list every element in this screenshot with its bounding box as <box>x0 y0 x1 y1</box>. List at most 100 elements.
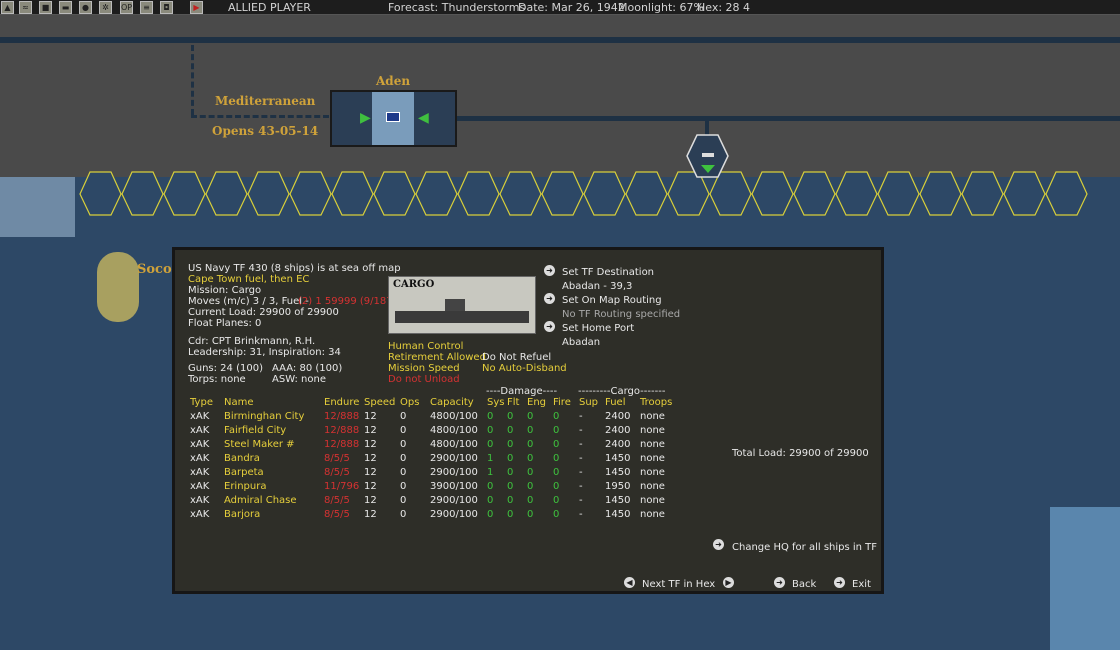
ship-name[interactable]: Fairfield City <box>224 425 286 436</box>
hex-cell[interactable] <box>961 171 1004 216</box>
col-fire-cell: 0 <box>553 495 560 506</box>
hex-cell[interactable] <box>835 171 878 216</box>
hex-cell[interactable] <box>79 171 122 216</box>
col-flt-header[interactable]: Flt <box>507 397 519 408</box>
hex-cell[interactable] <box>457 171 500 216</box>
arrow-right-icon[interactable]: ▶ <box>360 110 371 126</box>
unit-icon[interactable]: ▲ <box>1 1 14 14</box>
next-tf-button[interactable]: Next TF in Hex <box>642 579 715 590</box>
col-troops-cell: none <box>640 453 665 464</box>
globe-icon[interactable]: ● <box>79 1 92 14</box>
mission-speed-toggle[interactable]: Mission Speed <box>388 363 460 374</box>
col-eng-header[interactable]: Eng <box>527 397 546 408</box>
refuel-toggle[interactable]: Do Not Refuel <box>482 352 551 363</box>
arrow-right-icon[interactable]: ➜ <box>544 293 555 304</box>
col-sys-header[interactable]: Sys <box>487 397 504 408</box>
col-capacity-cell: 4800/100 <box>430 411 478 422</box>
set-home-port-button[interactable]: Set Home Port <box>562 323 634 334</box>
base-icon[interactable]: ■ <box>39 1 52 14</box>
col-sup-header[interactable]: Sup <box>579 397 598 408</box>
col-fuel-cell: 1950 <box>605 481 631 492</box>
report-icon[interactable]: ≡ <box>140 1 153 14</box>
hq-icon[interactable]: ▬ <box>59 1 72 14</box>
retirement-toggle[interactable]: Retirement Allowed <box>388 352 486 363</box>
tf-hex-marker[interactable] <box>685 133 731 179</box>
change-hq-button[interactable]: Change HQ for all ships in TF <box>732 542 877 553</box>
arrow-right-icon[interactable]: ▶ <box>723 577 734 588</box>
exit-button[interactable]: Exit <box>852 579 871 590</box>
ship-name[interactable]: Admiral Chase <box>224 495 297 506</box>
col-fire-cell: 0 <box>553 439 560 450</box>
hex-cell[interactable] <box>919 171 962 216</box>
arrow-right-icon[interactable]: ➜ <box>544 321 555 332</box>
col-type-cell: xAK <box>190 467 210 478</box>
offmap-route-dash <box>191 115 329 118</box>
hex-cell[interactable] <box>289 171 332 216</box>
ship-icon[interactable]: ≈ <box>19 1 32 14</box>
arrow-right-icon[interactable]: ➜ <box>544 265 555 276</box>
hex-cell[interactable] <box>877 171 920 216</box>
back-button[interactable]: Back <box>792 579 816 590</box>
col-name-header[interactable]: Name <box>224 397 254 408</box>
col-speed-header[interactable]: Speed <box>364 397 395 408</box>
play-icon[interactable]: ▶ <box>190 1 203 14</box>
col-type-header[interactable]: Type <box>190 397 213 408</box>
hex-cell[interactable] <box>751 171 794 216</box>
set-routing-button[interactable]: Set On Map Routing <box>562 295 662 306</box>
offmap-area: Aden Mediterranean Opens 43-05-14 <box>0 15 1120 177</box>
arrow-right-icon[interactable]: ➜ <box>774 577 785 588</box>
hex-cell[interactable] <box>121 171 164 216</box>
unload-toggle[interactable]: Do not Unload <box>388 374 460 385</box>
ship-name[interactable]: Steel Maker # <box>224 439 295 450</box>
player-label: ALLIED PLAYER <box>228 1 311 14</box>
hex-cell[interactable] <box>625 171 668 216</box>
opens-label: Opens 43-05-14 <box>212 124 319 138</box>
tf-leadership: Leadership: 31, Inspiration: 34 <box>188 347 341 358</box>
col-endure-header[interactable]: Endure <box>324 397 359 408</box>
ship-name[interactable]: Barpeta <box>224 467 264 478</box>
hex-row <box>79 171 1088 216</box>
hex-cell[interactable] <box>163 171 206 216</box>
hex-cell[interactable] <box>331 171 374 216</box>
col-sup-cell: - <box>579 439 583 450</box>
ship-name[interactable]: Barjora <box>224 509 260 520</box>
col-speed-cell: 12 <box>364 453 377 464</box>
intel-icon[interactable]: ◘ <box>160 1 173 14</box>
col-flt-cell: 0 <box>507 509 514 520</box>
col-fuel-header[interactable]: Fuel <box>605 397 625 408</box>
human-control-toggle[interactable]: Human Control <box>388 341 463 352</box>
hex-cell[interactable] <box>1003 171 1046 216</box>
arrow-right-icon[interactable]: ➜ <box>713 539 724 550</box>
col-ops-header[interactable]: Ops <box>400 397 419 408</box>
col-endure-cell: 12/888 <box>324 411 360 422</box>
arrow-left-icon[interactable]: ◀ <box>418 110 429 126</box>
ship-name[interactable]: Birminghan City <box>224 411 304 422</box>
tf-current-load: Current Load: 29900 of 29900 <box>188 307 339 318</box>
hex-cell[interactable] <box>499 171 542 216</box>
op-icon[interactable]: OP <box>120 1 133 14</box>
damage-header: ----Damage---- <box>486 386 558 397</box>
col-capacity-header[interactable]: Capacity <box>430 397 474 408</box>
hex-cell[interactable] <box>541 171 584 216</box>
col-troops-cell: none <box>640 481 665 492</box>
hex-cell[interactable] <box>583 171 626 216</box>
ship-name[interactable]: Bandra <box>224 453 260 464</box>
col-flt-cell: 0 <box>507 481 514 492</box>
arrow-right-icon[interactable]: ➜ <box>834 577 845 588</box>
aden-base-hex[interactable] <box>372 92 414 145</box>
auto-disband-toggle[interactable]: No Auto-Disband <box>482 363 567 374</box>
hex-cell[interactable] <box>247 171 290 216</box>
arrow-left-icon[interactable]: ◀ <box>624 577 635 588</box>
set-destination-button[interactable]: Set TF Destination <box>562 267 654 278</box>
hex-cell[interactable] <box>205 171 248 216</box>
col-sys-cell: 0 <box>487 495 494 506</box>
hex-cell[interactable] <box>793 171 836 216</box>
col-troops-header[interactable]: Troops <box>640 397 672 408</box>
tf-commander[interactable]: Cdr: CPT Brinkmann, R.H. <box>188 336 315 347</box>
hex-cell[interactable] <box>1045 171 1088 216</box>
ship-name[interactable]: Erinpura <box>224 481 266 492</box>
gear-icon[interactable]: ✲ <box>99 1 112 14</box>
hex-cell[interactable] <box>415 171 458 216</box>
hex-cell[interactable] <box>373 171 416 216</box>
col-fire-header[interactable]: Fire <box>553 397 571 408</box>
